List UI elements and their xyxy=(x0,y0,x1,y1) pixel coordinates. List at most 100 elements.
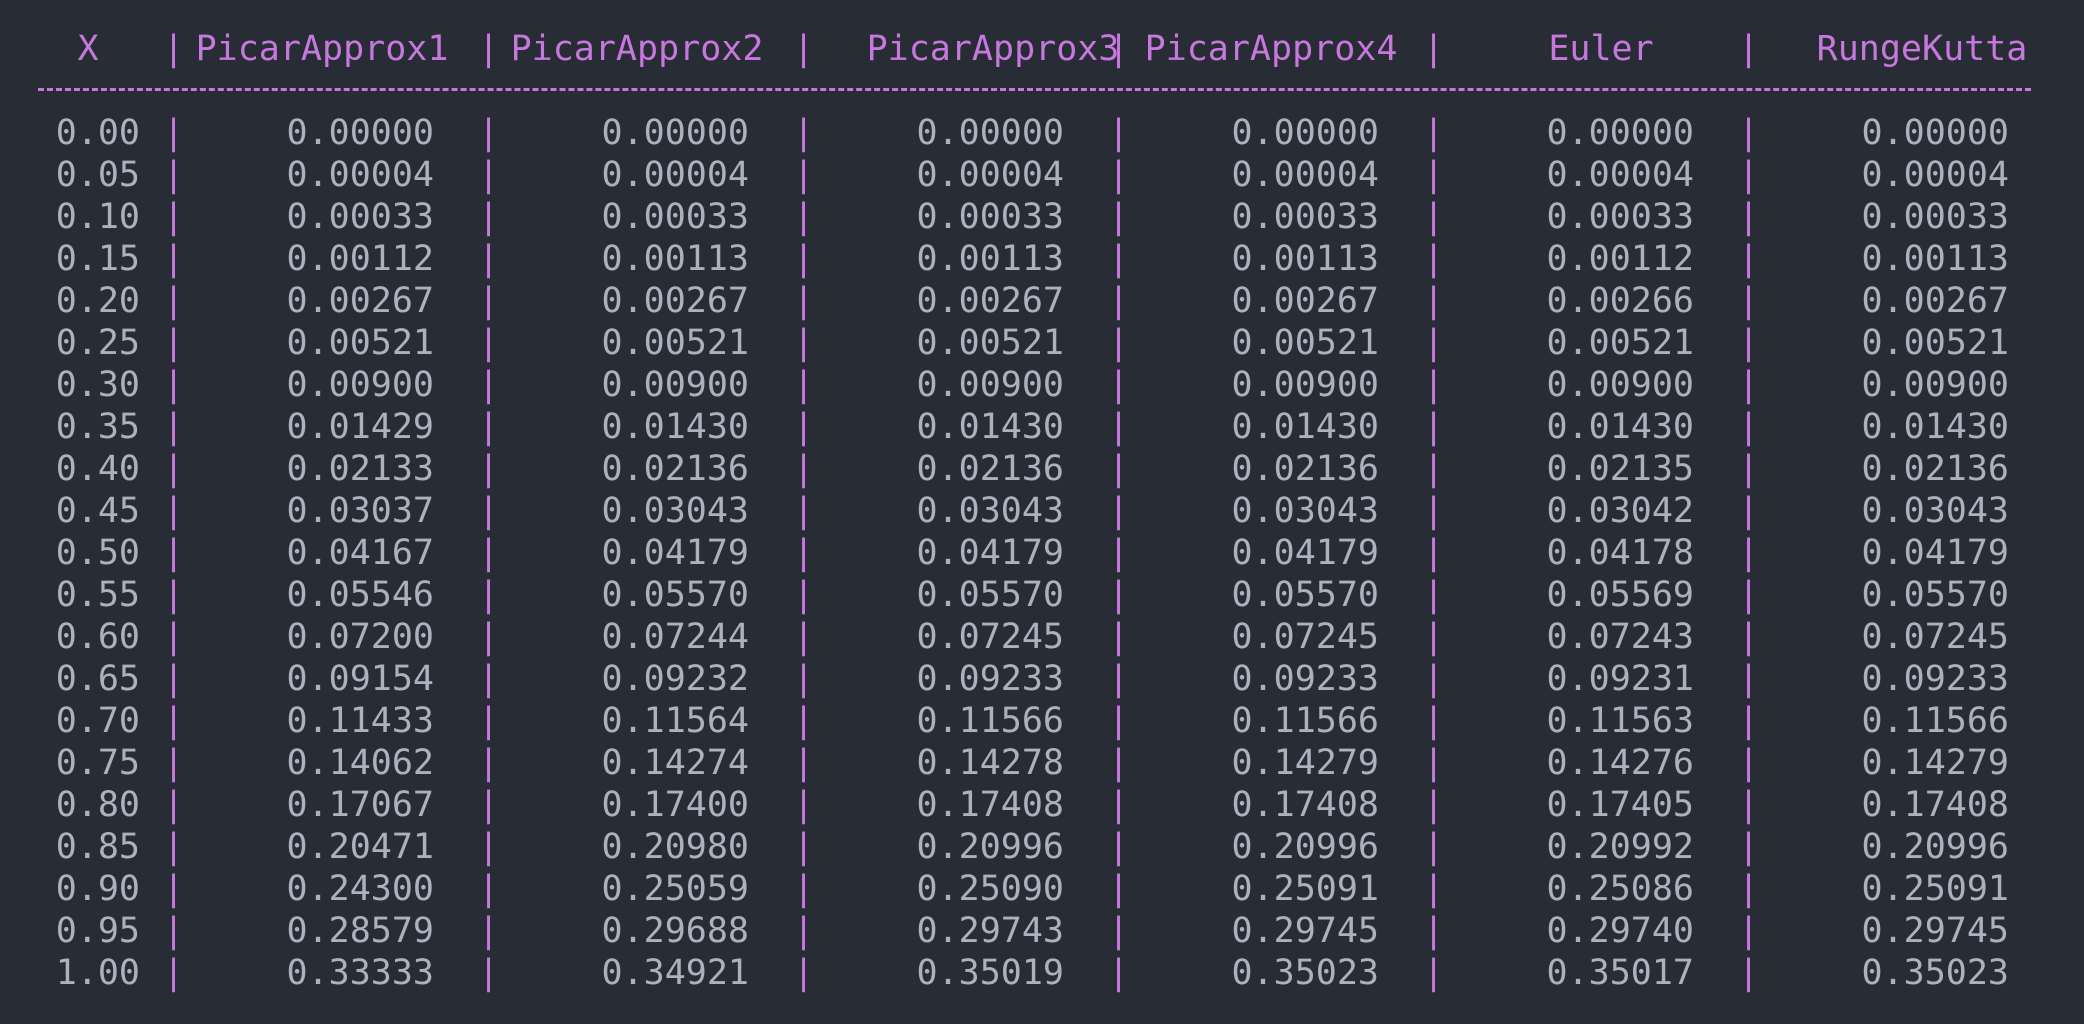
table-row: 0.45 0.03037 0.03043 0.03043 0.03043 0.03042 0… xyxy=(0,490,2084,532)
cell-col-rungekutta: 0.25091 xyxy=(1861,869,2009,909)
column-separator: | xyxy=(1423,869,1445,909)
header-col-rungekutta: RungeKutta xyxy=(1816,29,2028,69)
table-row: 0.35 0.01429 0.01430 0.01430 0.01430 0.01430 0… xyxy=(0,406,2084,448)
column-separator: | xyxy=(1738,491,1760,531)
column-separator: | xyxy=(1423,239,1445,279)
column-separator: | xyxy=(163,407,185,447)
cell-col-picar4: 0.20996 xyxy=(1231,827,1379,867)
header-col-picar3: PicarApprox3 xyxy=(866,29,1120,69)
column-separator: | xyxy=(793,155,815,195)
column-separator: | xyxy=(1738,953,1760,993)
column-separator: | xyxy=(1738,197,1760,237)
column-separator: | xyxy=(1108,533,1130,573)
cell-col-rungekutta: 0.35023 xyxy=(1861,953,2009,993)
table-header: X PicarApprox1 PicarApprox2 PicarApprox3 Pic… xyxy=(0,22,2084,78)
cell-col-picar3: 0.00033 xyxy=(916,197,1064,237)
cell-col-rungekutta: 0.14279 xyxy=(1861,743,2009,783)
column-separator: | xyxy=(1423,953,1445,993)
column-separator: | xyxy=(1423,449,1445,489)
cell-col-picar1: 0.09154 xyxy=(286,659,434,699)
cell-col-picar3: 0.29743 xyxy=(916,911,1064,951)
column-separator: | xyxy=(1108,575,1130,615)
column-separator: | xyxy=(478,743,500,783)
column-separator: | xyxy=(478,869,500,909)
cell-col-euler: 0.00900 xyxy=(1546,365,1694,405)
column-separator: | xyxy=(1738,743,1760,783)
column-separator: | xyxy=(1738,911,1760,951)
table-row: 0.15 0.00112 0.00113 0.00113 0.00113 0.00112 0… xyxy=(0,238,2084,280)
cell-col-picar1: 0.00004 xyxy=(286,155,434,195)
cell-col-rungekutta: 0.00267 xyxy=(1861,281,2009,321)
column-separator: | xyxy=(478,491,500,531)
column-separator: | xyxy=(793,617,815,657)
cell-col-x: 0.25 xyxy=(55,323,140,363)
column-separator: | xyxy=(478,281,500,321)
column-separator: | xyxy=(163,659,185,699)
column-separator: | xyxy=(478,701,500,741)
cell-col-picar1: 0.00033 xyxy=(286,197,434,237)
cell-col-picar3: 0.09233 xyxy=(916,659,1064,699)
cell-col-picar1: 0.00112 xyxy=(286,239,434,279)
cell-col-picar2: 0.11564 xyxy=(601,701,749,741)
terminal-window: X PicarApprox1 PicarApprox2 PicarApprox3 Pic… xyxy=(0,0,2084,1024)
cell-col-picar4: 0.00113 xyxy=(1231,239,1379,279)
cell-col-x: 0.15 xyxy=(55,239,140,279)
cell-col-picar4: 0.02136 xyxy=(1231,449,1379,489)
column-separator: | xyxy=(1423,197,1445,237)
cell-col-picar4: 0.04179 xyxy=(1231,533,1379,573)
column-separator: | xyxy=(793,449,815,489)
column-separator: | xyxy=(1423,785,1445,825)
column-separator: | xyxy=(1108,743,1130,783)
cell-col-picar2: 0.17400 xyxy=(601,785,749,825)
table-row: 0.20 0.00267 0.00267 0.00267 0.00267 0.00266 0… xyxy=(0,280,2084,322)
cell-col-picar1: 0.28579 xyxy=(286,911,434,951)
column-separator: | xyxy=(793,827,815,867)
cell-col-picar3: 0.04179 xyxy=(916,533,1064,573)
table-row: 0.65 0.09154 0.09232 0.09233 0.09233 0.09231 0… xyxy=(0,658,2084,700)
column-separator: | xyxy=(1738,113,1760,153)
column-separator: | xyxy=(793,365,815,405)
cell-col-picar3: 0.00267 xyxy=(916,281,1064,321)
cell-col-x: 0.70 xyxy=(55,701,140,741)
cell-col-picar1: 0.17067 xyxy=(286,785,434,825)
cell-col-picar3: 0.17408 xyxy=(916,785,1064,825)
column-separator: | xyxy=(1108,323,1130,363)
cell-col-x: 0.40 xyxy=(55,449,140,489)
column-separator: | xyxy=(1108,869,1130,909)
cell-col-picar1: 0.20471 xyxy=(286,827,434,867)
cell-col-picar2: 0.07244 xyxy=(601,617,749,657)
cell-col-picar3: 0.07245 xyxy=(916,617,1064,657)
column-separator: | xyxy=(1108,239,1130,279)
column-separator: | xyxy=(1423,575,1445,615)
cell-col-rungekutta: 0.00033 xyxy=(1861,197,2009,237)
table-row: 0.85 0.20471 0.20980 0.20996 0.20996 0.20992 0… xyxy=(0,826,2084,868)
cell-col-picar2: 0.09232 xyxy=(601,659,749,699)
column-separator: | xyxy=(478,323,500,363)
cell-col-picar2: 0.01430 xyxy=(601,407,749,447)
column-separator: | xyxy=(163,239,185,279)
cell-col-rungekutta: 0.11566 xyxy=(1861,701,2009,741)
cell-col-x: 0.05 xyxy=(55,155,140,195)
cell-col-euler: 0.20992 xyxy=(1546,827,1694,867)
cell-col-picar4: 0.09233 xyxy=(1231,659,1379,699)
cell-col-x: 0.45 xyxy=(55,491,140,531)
header-separator: | xyxy=(478,29,500,69)
cell-col-picar2: 0.00521 xyxy=(601,323,749,363)
column-separator: | xyxy=(1108,827,1130,867)
cell-col-picar4: 0.00000 xyxy=(1231,113,1379,153)
cell-col-x: 0.90 xyxy=(55,869,140,909)
cell-col-picar3: 0.00900 xyxy=(916,365,1064,405)
column-separator: | xyxy=(1738,617,1760,657)
column-separator: | xyxy=(163,869,185,909)
cell-col-picar2: 0.34921 xyxy=(601,953,749,993)
cell-col-euler: 0.11563 xyxy=(1546,701,1694,741)
column-separator: | xyxy=(163,953,185,993)
column-separator: | xyxy=(478,911,500,951)
cell-col-picar4: 0.17408 xyxy=(1231,785,1379,825)
column-separator: | xyxy=(793,575,815,615)
column-separator: | xyxy=(1423,617,1445,657)
column-separator: | xyxy=(1423,281,1445,321)
table-row: 0.25 0.00521 0.00521 0.00521 0.00521 0.00521 0… xyxy=(0,322,2084,364)
cell-col-picar2: 0.02136 xyxy=(601,449,749,489)
table-row: 0.70 0.11433 0.11564 0.11566 0.11566 0.11563 0… xyxy=(0,700,2084,742)
